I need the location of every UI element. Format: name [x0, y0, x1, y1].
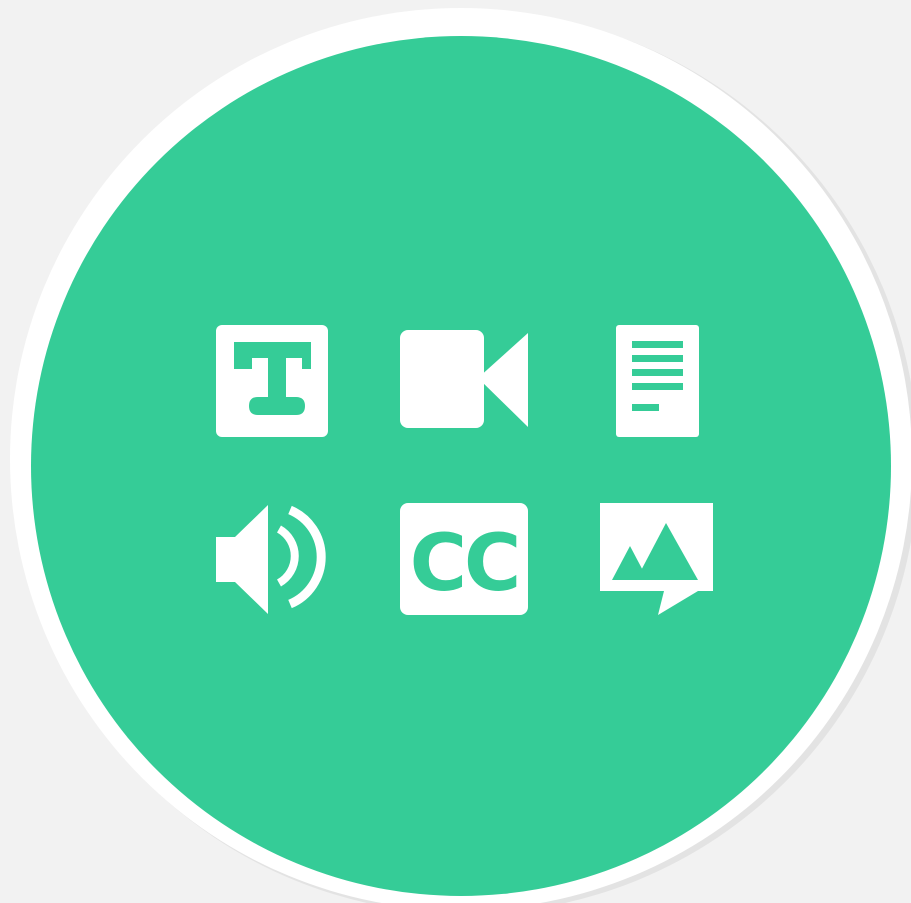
media-formats-badge: CC [0, 0, 911, 903]
text-icon [216, 325, 328, 437]
green-disc [31, 36, 891, 896]
closed-captions-icon: CC [400, 503, 528, 615]
closed-captions-label: CC [410, 519, 519, 609]
badge-graphic: CC [10, 8, 911, 903]
document-icon [616, 325, 699, 437]
